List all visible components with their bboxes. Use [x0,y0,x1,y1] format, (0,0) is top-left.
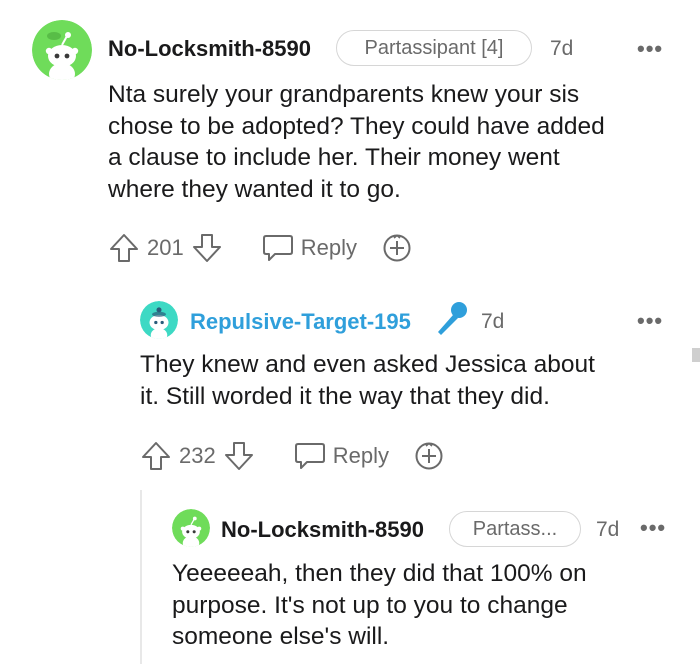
add-award-icon[interactable] [413,440,445,472]
comment-body: Yeeeeeah, then they did that 100% on pur… [172,558,682,653]
comment-timestamp: 7d [596,518,620,541]
comment-body: They knew and even asked Jessica about i… [140,349,680,412]
comment-body-line: Yeeeeeah, then they did that 100% on [172,560,587,587]
vote-count: 201 [147,235,184,260]
microphone-icon [432,299,470,339]
comment-actions: 232 Reply [140,438,445,474]
comment-username[interactable]: Repulsive-Target-195 [190,309,411,335]
avatar[interactable] [172,509,210,547]
upvote-icon[interactable] [108,232,140,264]
comment-username[interactable]: No-Locksmith-8590 [108,36,311,62]
downvote-icon[interactable] [223,440,255,472]
reply-button[interactable]: Reply [301,235,357,261]
downvote-icon[interactable] [191,232,223,264]
scroll-indicator[interactable] [692,348,700,362]
comment-username[interactable]: No-Locksmith-8590 [221,517,424,543]
comment-body-line: chose to be adopted? They could have add… [108,112,605,140]
comment-timestamp: 7d [481,310,505,333]
user-flair: Partassipant [4] [336,30,532,66]
avatar[interactable] [32,20,92,80]
reply-icon[interactable] [261,232,295,264]
more-options-icon[interactable]: ••• [640,517,666,539]
upvote-icon[interactable] [140,440,172,472]
comment-body-line: someone else's will. [172,623,390,650]
snoo-avatar-icon [140,301,178,339]
thread-line[interactable] [140,490,142,664]
avatar[interactable] [140,301,178,339]
comment-body-line: purpose. It's not up to you to change [172,591,568,619]
comment-body-line: it. Still worded it the way that they di… [140,382,550,410]
comment-body-line: They knew and even asked Jessica about [140,351,595,378]
comment-timestamp: 7d [550,37,574,60]
vote-count: 232 [179,443,216,468]
snoo-avatar-icon [172,509,210,547]
more-options-icon[interactable]: ••• [637,310,663,332]
snoo-avatar-icon [32,20,92,80]
user-flair: Partass... [449,511,581,547]
reply-icon[interactable] [293,440,327,472]
more-options-icon[interactable]: ••• [637,38,663,60]
comment-body-line: Nta surely your grandparents knew your s… [108,81,580,108]
comment-body: Nta surely your grandparents knew your s… [108,79,688,205]
reply-button[interactable]: Reply [333,443,389,469]
add-award-icon[interactable] [381,232,413,264]
comment-body-line: where they wanted it to go. [108,175,401,203]
comment-actions: 201 Reply [108,230,413,266]
comment-body-line: a clause to include her. Their money wen… [108,144,560,171]
